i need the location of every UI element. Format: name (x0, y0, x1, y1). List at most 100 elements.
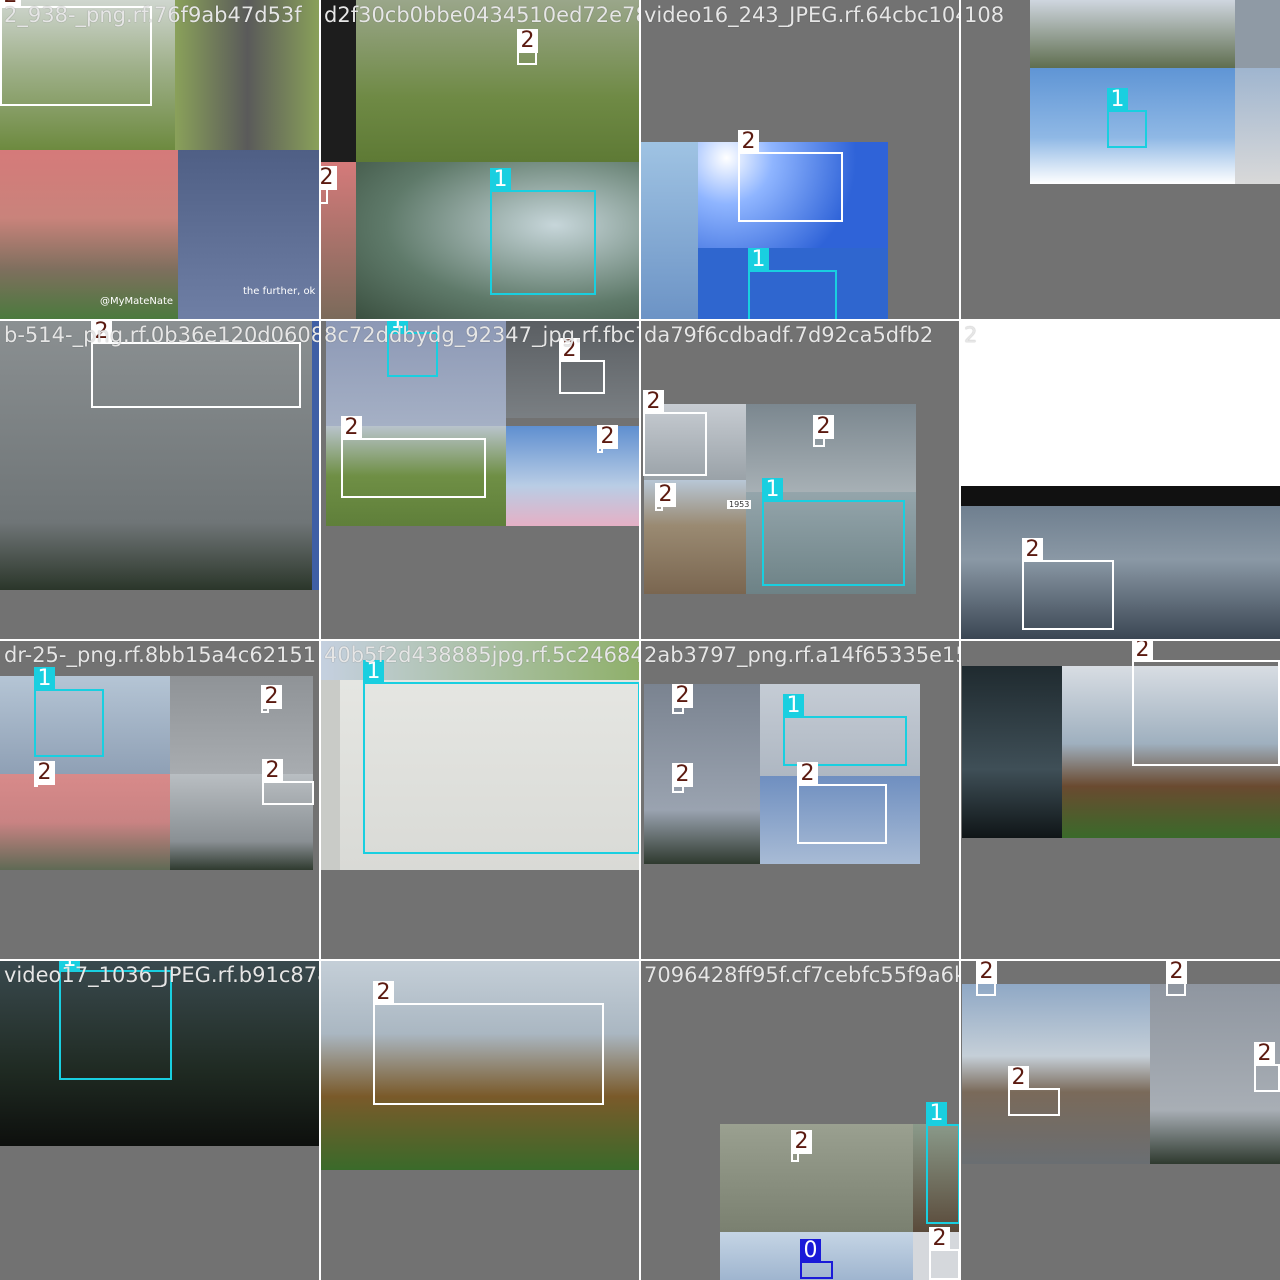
bbox-label: 2 (738, 130, 759, 154)
tile-filename: b-514-_png.rf.0b36e120d0608 (4, 323, 320, 347)
photo-blossom-sky (506, 426, 640, 526)
bbox-label: 2 (655, 483, 676, 507)
photo-tree-top (1030, 0, 1235, 68)
photo-black-bar (960, 486, 1280, 506)
bbox-label: 1 (762, 478, 783, 502)
bbox-class-2[interactable]: 2 (791, 1130, 812, 1162)
tile-filename: dr-25-_png.rf.8bb15a4c62151 (4, 643, 317, 667)
bbox-class-2[interactable]: 2 (1132, 640, 1280, 766)
tile-filename: 2_938-_png.rf.76f9ab47d53f (4, 3, 302, 27)
mosaic-tile-8[interactable]: 2 2 (960, 320, 1280, 640)
bbox-class-2[interactable]: 2 (797, 762, 887, 844)
bbox-class-2[interactable]: 2 (91, 320, 301, 408)
mosaic-tile-13[interactable]: 1 video17_1036_JPEG.rf.b91c87807f40gc0c8… (0, 960, 320, 1280)
grid-divider-horizontal (0, 639, 1280, 641)
bbox-class-2[interactable]: 2 (559, 338, 605, 394)
bbox-class-1[interactable]: 1 (926, 1102, 960, 1224)
bbox-class-2[interactable]: 2 (261, 685, 282, 713)
bbox-class-1[interactable]: 1 (1107, 88, 1147, 148)
bbox-class-2[interactable]: 2 (1008, 1066, 1060, 1116)
photo-right-sky (1235, 0, 1280, 68)
mosaic-tile-1[interactable]: @MyMateNate the further, ok 2 2_938-_png… (0, 0, 320, 320)
mosaic-tile-3[interactable]: 2 1 video16_243_JPEG.rf.64cbc104f2d0e428… (640, 0, 960, 320)
photo-stadium (0, 150, 178, 320)
photo-grey-sky (170, 676, 313, 774)
mosaic-tile-11[interactable]: 2 2 1 2 2ab3797_png.rf.a14f65335e153975-… (640, 640, 960, 960)
bbox-class-2[interactable]: 2 (672, 684, 693, 714)
bbox-class-2[interactable]: 2 (655, 483, 676, 511)
photo-left-sky (640, 142, 698, 320)
bbox-class-0[interactable]: 0 (800, 1239, 833, 1279)
bbox-class-2[interactable]: 2 (320, 166, 337, 204)
grid-divider-horizontal (0, 959, 1280, 961)
photo-wall-dark (962, 666, 1062, 838)
bbox-class-2[interactable]: 2 (373, 981, 604, 1105)
bbox-label: 2 (1166, 960, 1187, 984)
bbox-class-2[interactable]: 2 (1022, 538, 1114, 630)
tile-filename: 40b5f2d438885jpg.rf.5c246845277 (324, 643, 640, 667)
bbox-label: 2 (797, 762, 818, 786)
tile-filename: 2 (964, 323, 978, 347)
bbox-label: 2 (929, 1227, 950, 1251)
bbox-class-2[interactable]: 2 (929, 1227, 960, 1280)
mosaic-tile-15[interactable]: 2 0 1 2 7096428ff95f.cf7cebfc55f9a6ka213… (640, 960, 960, 1280)
photo-powerline-sky (644, 684, 760, 864)
sign-text: 1953 (727, 500, 752, 509)
mosaic-tile-16[interactable]: 2 2 2 2 (960, 960, 1280, 1280)
photo-left-strip (320, 680, 340, 870)
mosaic-tile-9[interactable]: 1 2 2 2 dr-25-_png.rf.8bb15a4c62151 (0, 640, 320, 960)
bbox-class-2[interactable]: 2 (672, 763, 693, 793)
bbox-label: 1 (34, 667, 55, 691)
tile-filename: video16_243_JPEG.rf.64cbc104f2d0e4287052… (644, 3, 960, 27)
bbox-label: 2 (1132, 640, 1153, 662)
bbox-class-1[interactable]: 1 (748, 248, 837, 320)
grid-divider-horizontal (0, 319, 1280, 321)
bbox-class-2[interactable]: 2 (1254, 1042, 1280, 1092)
watermark-text: the further, ok (243, 286, 316, 297)
mosaic-tile-14[interactable]: 2 (320, 960, 640, 1280)
bbox-label: 2 (261, 685, 282, 709)
bbox-class-1[interactable]: 1 (762, 478, 905, 586)
bbox-label: 2 (262, 759, 283, 783)
mosaic-tile-5[interactable]: 2 b-514-_png.rf.0b36e120d0608 (0, 320, 320, 640)
bbox-class-1[interactable]: 1 (783, 694, 907, 766)
bbox-label: 0 (800, 1239, 821, 1263)
bbox-class-2[interactable]: 2 (1166, 960, 1187, 996)
bbox-label: 2 (373, 981, 394, 1005)
bbox-class-2[interactable]: 2 (976, 960, 997, 996)
bbox-class-2[interactable]: 2 (34, 761, 55, 787)
bbox-class-2[interactable]: 2 (341, 416, 486, 498)
mosaic-tile-6[interactable]: 1 2 2 2 8c72ddbydg_92347_jpg.rf.fbc7da79… (320, 320, 640, 640)
photo-drone-building (960, 506, 1280, 640)
mosaic-tile-4[interactable]: 1 108 (960, 0, 1280, 320)
bbox-class-1[interactable]: 1 (363, 660, 640, 854)
bbox-label: 2 (791, 1130, 812, 1154)
bbox-label: 2 (672, 684, 693, 708)
tile-filename: 7096428ff95f.cf7cebfc55f9a6ka213-png.rf.… (644, 963, 960, 987)
bbox-class-2[interactable]: 2 (517, 29, 538, 65)
bbox-label: 2 (597, 425, 618, 449)
bbox-class-2[interactable]: 2 (262, 759, 314, 805)
bbox-label: 2 (643, 390, 664, 414)
tile-filename: da79f6cdbadf.7d92ca5dfb2 (644, 323, 934, 347)
mosaic-tile-2[interactable]: 2 2 1 d2f30cb0bbe0434510ed72e785056ba43e… (320, 0, 640, 320)
photo-stadium-person (0, 774, 170, 870)
mosaic-tile-12[interactable]: 2 (960, 640, 1280, 960)
bbox-class-2[interactable]: 2 (597, 425, 618, 453)
bbox-class-1[interactable]: 1 (490, 168, 596, 295)
bbox-class-2[interactable]: 2 (738, 130, 843, 222)
bbox-class-2[interactable]: 2 (813, 415, 834, 447)
tile-filename: d2f30cb0bbe0434510ed72e785056ba43eb09 (324, 3, 640, 27)
bbox-label: 2 (517, 29, 538, 53)
bbox-class-1[interactable]: 1 (34, 667, 104, 757)
bbox-class-2[interactable]: 2 (643, 390, 707, 476)
mosaic-tile-10[interactable]: 1 40b5f2d438885jpg.rf.5c246845277 (320, 640, 640, 960)
tile-filename: video17_1036_JPEG.rf.b91c87807f40gc0c8_j… (4, 963, 320, 987)
bbox-label: 2 (34, 761, 55, 785)
mosaic-tile-7[interactable]: 1953 2 2 2 1 da79f6cdbadf.7d92ca5dfb2 (640, 320, 960, 640)
photo-aerial-road (720, 1124, 913, 1232)
bbox-label: 2 (1008, 1066, 1029, 1090)
bbox-label: 2 (1254, 1042, 1275, 1066)
photo-green-quadcopter (960, 320, 1280, 486)
bbox-label: 1 (926, 1102, 947, 1126)
